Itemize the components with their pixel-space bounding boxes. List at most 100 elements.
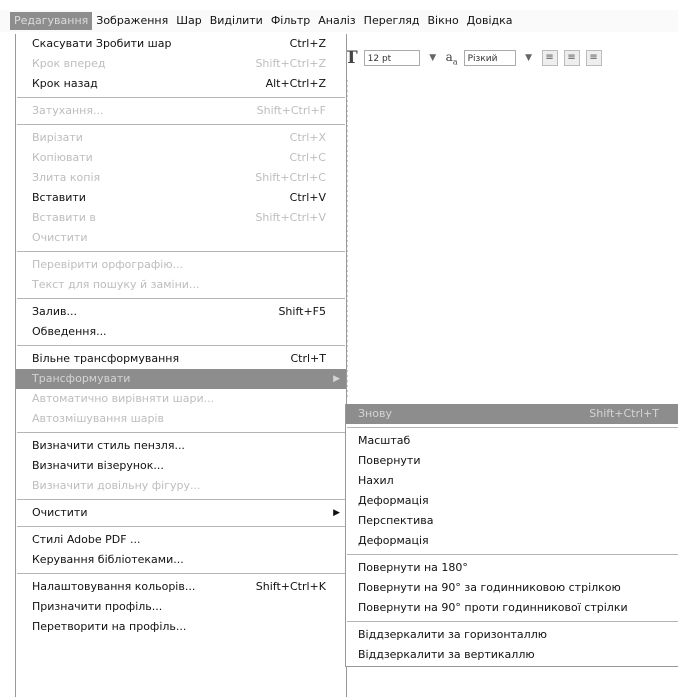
menu-item[interactable]: Визначити візерунок... [16, 456, 346, 476]
menu-item[interactable]: Керування бібліотеками... [16, 550, 346, 570]
menu-item: Знову Shift+Ctrl+T [346, 404, 678, 424]
menu-separator [17, 432, 345, 433]
menu-item-label: Віддзеркалити за вертикаллю [358, 648, 535, 661]
menu-item[interactable]: Обведення... [16, 322, 346, 342]
menu-item[interactable]: Залив... Shift+F5 [16, 302, 346, 322]
menu-item-label: Вставити [32, 191, 86, 204]
menu-item: Копіювати Ctrl+C [16, 148, 346, 168]
menu-item[interactable]: Налаштовування кольорів... Shift+Ctrl+K [16, 577, 346, 597]
menu-item[interactable]: Повернути на 90° проти годинникової стрі… [346, 598, 678, 618]
menu-item-shortcut: Ctrl+C [289, 151, 326, 164]
submenu-arrow-icon: ▶ [333, 374, 340, 384]
type-options-bar: T 12 pt ▼ aa Різкий ▼ ≡ ≡ ≡ [345, 44, 678, 72]
menu-item-label: Трансформувати [32, 372, 131, 385]
menubar-item-8[interactable]: Довідка [463, 12, 517, 30]
menubar-item-6[interactable]: Перегляд [360, 12, 424, 30]
menu-item-shortcut: Shift+Ctrl+V [255, 211, 326, 224]
menu-item-label: Обведення... [32, 325, 107, 338]
menu-item: Вирізати Ctrl+X [16, 128, 346, 148]
menu-item[interactable]: Віддзеркалити за вертикаллю [346, 645, 678, 665]
menu-item-shortcut: Alt+Ctrl+Z [265, 77, 326, 90]
align-left-icon[interactable]: ≡ [541, 50, 558, 66]
menu-separator [17, 97, 345, 98]
antialias-icon: aa [445, 49, 458, 67]
menu-item: Автозмішування шарів [16, 409, 346, 429]
menubar-item-4[interactable]: Фільтр [267, 12, 314, 30]
menu-item: Очистити [16, 228, 346, 248]
menu-item-shortcut: Shift+Ctrl+F [256, 104, 326, 117]
menubar-item-5[interactable]: Аналіз [314, 12, 359, 30]
transform-submenu: Знову Shift+Ctrl+T Масштаб Повернути Нахил Де… [345, 404, 678, 667]
menu-item-label: Очистити [32, 506, 88, 519]
menu-item-label: Стилі Adobe PDF ... [32, 533, 141, 546]
menu-item[interactable]: Перетворити на профіль... [16, 617, 346, 637]
document-canvas-edge [346, 80, 348, 400]
menubar-item-7[interactable]: Вікно [424, 12, 463, 30]
menu-separator [347, 427, 678, 428]
menu-item-label: Повернути [358, 454, 421, 467]
menu-item-label: Перспектива [358, 514, 434, 527]
chevron-down-icon[interactable]: ▼ [522, 53, 536, 63]
menu-item[interactable]: Визначити стиль пензля... [16, 436, 346, 456]
menu-item[interactable]: Скасувати Зробити шар Ctrl+Z [16, 34, 346, 54]
menu-item[interactable]: Нахил [346, 471, 678, 491]
menu-item-shortcut: Ctrl+Z [289, 37, 326, 50]
menu-item-label: Вставити в [32, 211, 96, 224]
menu-item[interactable]: Повернути на 180° [346, 558, 678, 578]
menu-item-shortcut: Ctrl+V [289, 191, 326, 204]
menu-item[interactable]: Деформація [346, 491, 678, 511]
menu-item-label: Перетворити на профіль... [32, 620, 187, 633]
menu-item[interactable]: Призначити профіль... [16, 597, 346, 617]
menu-item-label: Крок вперед [32, 57, 106, 70]
menu-item-label: Перевірити орфографію... [32, 258, 184, 271]
menubar-item-3[interactable]: Виділити [206, 12, 267, 30]
menu-item-label: Повернути на 90° проти годинникової стрі… [358, 601, 628, 614]
menu-item[interactable]: Очистити ▶ [16, 503, 346, 523]
align-right-icon[interactable]: ≡ [585, 50, 602, 66]
menu-item: Вставити в Shift+Ctrl+V [16, 208, 346, 228]
menu-item-label: Визначити довільну фігуру... [32, 479, 201, 492]
menu-item[interactable]: Масштаб [346, 431, 678, 451]
menu-item: Злита копія Shift+Ctrl+C [16, 168, 346, 188]
menu-item[interactable]: Віддзеркалити за горизонталлю [346, 625, 678, 645]
align-center-icon[interactable]: ≡ [563, 50, 580, 66]
antialias-select[interactable]: Різкий [463, 50, 516, 66]
menu-item-label: Очистити [32, 231, 88, 244]
menu-item-label: Автоматично вирівняти шари... [32, 392, 215, 405]
menu-item: Текст для пошуку й заміни... [16, 275, 346, 295]
menu-item: Визначити довільну фігуру... [16, 476, 346, 496]
menu-item-shortcut: Ctrl+T [290, 352, 326, 365]
menu-item[interactable]: Деформація [346, 531, 678, 551]
menu-item[interactable]: Стилі Adobe PDF ... [16, 530, 346, 550]
menu-item-label: Вирізати [32, 131, 83, 144]
menu-item[interactable]: Трансформувати ▶ [16, 369, 346, 389]
menu-item-label: Текст для пошуку й заміни... [32, 278, 200, 291]
menu-separator [347, 554, 678, 555]
font-size-field[interactable]: 12 pt [363, 50, 420, 66]
menu-item[interactable]: Крок назад Alt+Ctrl+Z [16, 74, 346, 94]
menubar-item-2[interactable]: Шар [172, 12, 206, 30]
menu-separator [17, 345, 345, 346]
menu-item[interactable]: Вільне трансформування Ctrl+T [16, 349, 346, 369]
menu-item: Перевірити орфографію... [16, 255, 346, 275]
menu-item-label: Нахил [358, 474, 394, 487]
menu-item-label: Налаштовування кольорів... [32, 580, 196, 593]
menu-item-label: Віддзеркалити за горизонталлю [358, 628, 547, 641]
menu-separator [17, 298, 345, 299]
menu-item: Затухання... Shift+Ctrl+F [16, 101, 346, 121]
menu-item[interactable]: Перспектива [346, 511, 678, 531]
menu-item[interactable]: Повернути [346, 451, 678, 471]
submenu-arrow-icon: ▶ [333, 508, 340, 518]
menu-item-label: Повернути на 90° за годинниковою стрілко… [358, 581, 621, 594]
menubar-item-0[interactable]: Редагування [10, 12, 93, 30]
menu-item-shortcut: Shift+Ctrl+T [589, 407, 659, 420]
menu-item[interactable]: Повернути на 90° за годинниковою стрілко… [346, 578, 678, 598]
menu-item-label: Масштаб [358, 434, 411, 447]
menu-item-shortcut: Shift+Ctrl+C [255, 171, 326, 184]
menu-separator [17, 124, 345, 125]
chevron-down-icon[interactable]: ▼ [426, 53, 440, 63]
menu-separator [17, 251, 345, 252]
menu-item-shortcut: Shift+Ctrl+Z [255, 57, 326, 70]
menu-item[interactable]: Вставити Ctrl+V [16, 188, 346, 208]
menubar-item-1[interactable]: Зображення [92, 12, 172, 30]
